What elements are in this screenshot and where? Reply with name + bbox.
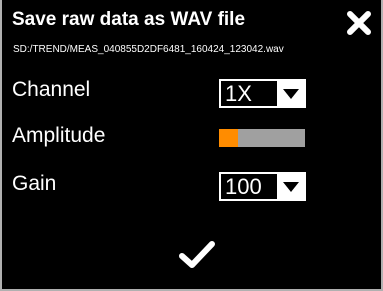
save-wav-dialog: Save raw data as WAV file SD:/TREND/MEAS… bbox=[0, 0, 383, 291]
gain-label: Gain bbox=[12, 172, 57, 195]
dropdown-arrow-icon bbox=[282, 181, 299, 192]
confirm-button[interactable] bbox=[177, 240, 217, 270]
gain-value: 100 bbox=[225, 174, 262, 199]
checkmark-icon bbox=[179, 241, 215, 268]
dropdown-arrow-icon bbox=[282, 88, 299, 99]
close-icon bbox=[347, 11, 371, 35]
amplitude-label: Amplitude bbox=[12, 124, 106, 147]
close-button[interactable] bbox=[344, 8, 374, 38]
gain-select[interactable]: 100 bbox=[219, 172, 306, 201]
channel-value: 1X bbox=[225, 81, 252, 106]
file-path: SD:/TREND/MEAS_040855D2DF6481_160424_123… bbox=[13, 44, 284, 55]
dialog-title: Save raw data as WAV file bbox=[12, 9, 246, 30]
amplitude-slider-fill bbox=[219, 129, 238, 147]
amplitude-slider[interactable] bbox=[219, 129, 305, 147]
channel-select[interactable]: 1X bbox=[219, 79, 306, 108]
channel-dropdown-button[interactable] bbox=[275, 81, 304, 106]
gain-dropdown-button[interactable] bbox=[275, 174, 304, 199]
channel-label: Channel bbox=[12, 78, 91, 101]
